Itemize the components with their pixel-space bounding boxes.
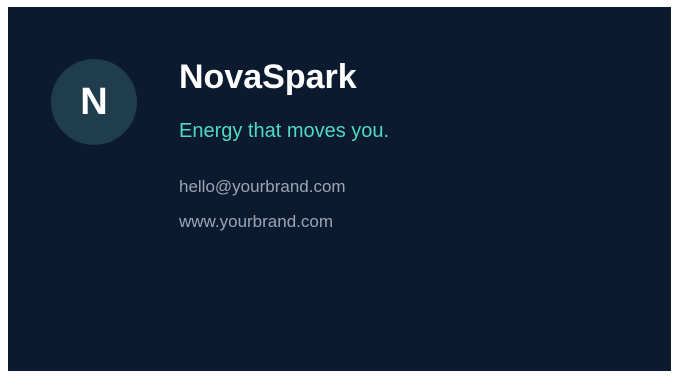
business-card: N NovaSpark Energy that moves you. hello…	[8, 7, 671, 371]
brand-tagline: Energy that moves you.	[179, 120, 390, 142]
email-address: hello@yourbrand.com	[179, 177, 346, 196]
brand-name: NovaSpark	[179, 58, 357, 96]
avatar: N	[51, 59, 137, 145]
website-url: www.yourbrand.com	[179, 212, 334, 231]
avatar-initial: N	[80, 81, 108, 123]
